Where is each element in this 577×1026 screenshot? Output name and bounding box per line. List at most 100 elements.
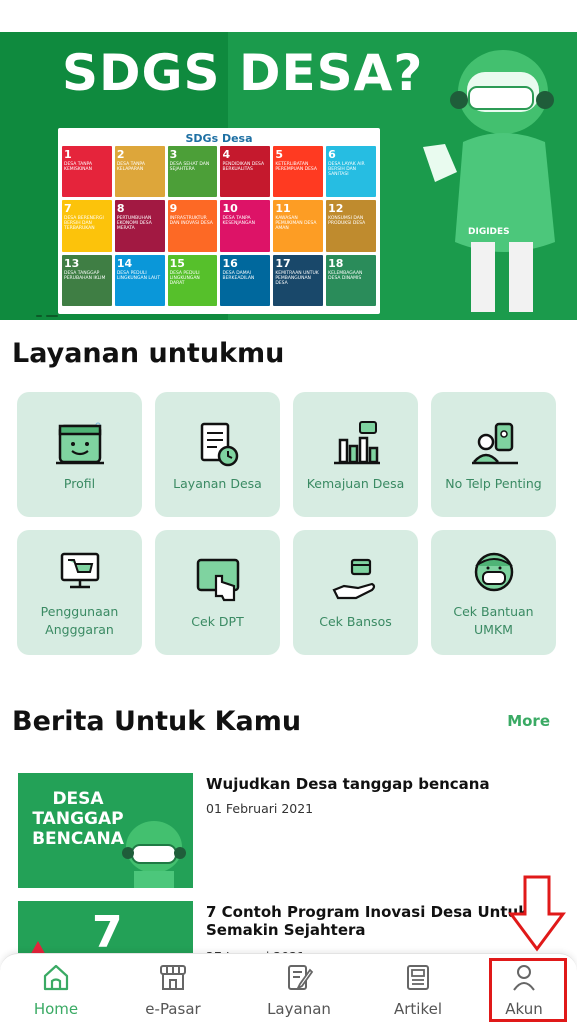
- sdg-tile-label: KONSUMSI DAN PRODUKSI DESA: [328, 216, 366, 227]
- nav-artikel[interactable]: Artikel: [368, 962, 468, 1018]
- sdg-tile: 2 DESA TANPA KELAPARAN: [114, 146, 165, 198]
- nav-home[interactable]: Home: [6, 962, 106, 1018]
- cart-monitor-icon: [60, 552, 99, 589]
- sdg-tile-number: 10: [222, 202, 238, 216]
- sdg-tile-number: 6: [328, 148, 336, 161]
- sdg-tile-label: INFRASTRUKTUR DAN INOVASI DESA: [169, 216, 213, 227]
- sdg-tile: 11 KAWASAN PEMUKIMAN DESA AMAN: [273, 200, 324, 252]
- nav-label: e-Pasar: [145, 1000, 201, 1018]
- sdg-tile-label: KETERLIBATAN PEREMPUAN DESA: [275, 162, 317, 172]
- service-label: Layanan Desa: [173, 476, 262, 491]
- sdg-tile-number: 16: [222, 256, 238, 270]
- phone-contact-icon: [471, 422, 518, 465]
- sdg-tile-number: 5: [275, 148, 283, 161]
- bar-chart-icon: [333, 421, 380, 465]
- carousel-dot[interactable]: [36, 315, 42, 317]
- sdg-tile: 13 DESA TANGGAP PERUBAHAN IKLIM: [62, 254, 112, 306]
- news-headline[interactable]: Wujudkan Desa tanggap bencana: [206, 775, 546, 793]
- sdg-tile: 18 KELEMBAGAAN DESA DINAMIS: [326, 254, 376, 306]
- document-edit-icon: [288, 965, 314, 991]
- sdgs-banner[interactable]: SDGS DESA? SDGs Desa 1 DESA TANPA KEMISKI…: [0, 32, 577, 320]
- sdg-tile: 10 DESA TANPA KESENJANGAN: [220, 200, 271, 252]
- home-icon: [43, 964, 69, 991]
- sdg-board-title: SDGs Desa: [185, 132, 253, 145]
- sdg-tile-label: DESA LAYAK AIR BERSIH DAN SANITASI: [328, 162, 365, 177]
- service-profil[interactable]: Profil: [17, 392, 142, 517]
- service-label: Cek Bantuan UMKM: [453, 604, 534, 637]
- service-label: Kemajuan Desa: [306, 476, 405, 491]
- service-label: Profil: [63, 476, 96, 491]
- nav-layanan[interactable]: Layanan: [249, 962, 349, 1018]
- sdg-tile-label: DESA TANPA KEMISKINAN: [64, 162, 93, 172]
- service-layanan-desa[interactable]: Layanan Desa: [155, 392, 280, 517]
- nav-e-pasar[interactable]: e-Pasar: [123, 962, 223, 1018]
- thumbnail-text: 7: [92, 907, 123, 958]
- sdg-tile-number: 13: [64, 256, 80, 270]
- nav-label: Layanan: [267, 1000, 331, 1018]
- sdg-tile-number: 17: [275, 256, 291, 270]
- sdg-tile: 16 DESA DAMAI BERKEADILAN: [220, 254, 271, 306]
- hand-card-icon: [331, 558, 375, 600]
- service-label: Cek DPT: [191, 614, 244, 629]
- more-link[interactable]: More: [507, 712, 550, 730]
- service-kemajuan-desa[interactable]: Kemajuan Desa: [293, 392, 418, 517]
- sdg-tile-label: KEMITRAAN UNTUK PEMBANGUNAN DESA: [275, 270, 319, 286]
- mascot-illustration: [423, 50, 555, 312]
- sdg-tile: 4 PENDIDIKAN DESA BERKUALITAS: [220, 146, 271, 198]
- sdg-tile: 8 PERTUMBUHAN EKONOMI DESA MERATA: [114, 200, 165, 252]
- news-thumbnail: DESA TANGGAP BENCANA: [18, 773, 193, 888]
- sdg-grid: 1 DESA TANPA KEMISKINAN 2 DESA TANPA KELAPA…: [62, 146, 376, 306]
- sdg-tile-number: 2: [116, 148, 125, 161]
- sdg-tile-label: PENDIDIKAN DESA BERKUALITAS: [222, 162, 265, 172]
- annotation-arrow-icon: [508, 875, 566, 952]
- sdg-tile-label: DESA TANGGAP PERUBAHAN IKLIM: [64, 270, 106, 281]
- carousel-indicator[interactable]: [36, 302, 62, 320]
- sdg-tile-number: 3: [169, 148, 178, 161]
- sdg-tile-label: DESA TANPA KELAPARAN: [116, 162, 145, 172]
- sdg-tile-number: 11: [275, 202, 291, 216]
- carousel-dot-active[interactable]: [46, 315, 58, 317]
- service-cek-bansos[interactable]: Cek Bansos: [293, 530, 418, 655]
- sdg-tile-label: PERTUMBUHAN EKONOMI DESA MERATA: [116, 216, 152, 232]
- hand-tap-icon: [196, 558, 239, 602]
- sdg-tile-label: DESA BERENERGI BERSIH DAN TERBARUKAN: [64, 216, 104, 232]
- news-item[interactable]: 7 7 Contoh Program Inovasi Desa Untuk D …: [18, 901, 563, 964]
- news-thumbnail: 7: [18, 901, 193, 961]
- services-grid: Profil Layanan Desa Kemajuan Desa No Tel…: [17, 392, 559, 655]
- mascot-thumbnail-icon: [122, 821, 186, 888]
- sdg-tile: 3 DESA SEHAT DAN SEJAHTERA: [167, 146, 218, 198]
- sdg-tile-label: KELEMBAGAAN DESA DINAMIS: [328, 270, 363, 281]
- sdg-tile: 12 KONSUMSI DAN PRODUKSI DESA: [326, 200, 376, 252]
- sdg-tile: 17 KEMITRAAN UNTUK PEMBANGUNAN DESA: [273, 254, 324, 306]
- nav-label: Home: [33, 1000, 79, 1018]
- sdg-tile-number: 15: [169, 256, 185, 270]
- sdg-tile-label: DESA DAMAI BERKEADILAN: [222, 270, 255, 281]
- profile-face-icon: [55, 422, 104, 465]
- thumbnail-text: DESA TANGGAP BENCANA: [32, 789, 124, 849]
- sdg-board: SDGs Desa 1 DESA TANPA KEMISKINAN 2 DESA TA…: [58, 128, 380, 314]
- banner-title: SDGS DESA?: [62, 44, 424, 102]
- service-cek-bantuan-umkm[interactable]: Cek Bantuan UMKM: [431, 530, 556, 655]
- nav-label: Artikel: [393, 1000, 443, 1018]
- service-label: Penggunaan Angggaran: [40, 604, 119, 637]
- service-penggunaan-anggaran[interactable]: Penggunaan Angggaran: [17, 530, 142, 655]
- service-no-telp-penting[interactable]: No Telp Penting: [431, 392, 556, 517]
- sdg-tile: 15 DESA PEDULI LINGKUNGAN DARAT: [167, 254, 218, 306]
- service-label: No Telp Penting: [445, 476, 542, 491]
- sdg-tile: 5 KETERLIBATAN PEREMPUAN DESA: [273, 146, 324, 198]
- sdg-tile-number: 7: [64, 202, 72, 216]
- document-clock-icon: [200, 422, 238, 467]
- newspaper-icon: [407, 965, 429, 990]
- sdg-tile-label: KAWASAN PEMUKIMAN DESA AMAN: [275, 216, 317, 232]
- service-cek-dpt[interactable]: Cek DPT: [155, 530, 280, 655]
- sdg-tile-number: 8: [116, 202, 125, 216]
- sdg-tile-number: 18: [328, 256, 344, 270]
- sdg-tile-label: DESA PEDULI LINGKUNGAN DARAT: [169, 270, 200, 286]
- news-item[interactable]: DESA TANGGAP BENCANA Wujudkan Desa tangg…: [18, 773, 563, 888]
- sdg-tile: 9 INFRASTRUKTUR DAN INOVASI DESA: [167, 200, 218, 252]
- store-icon: [160, 965, 186, 990]
- sdg-tile-label: DESA TANPA KESENJANGAN: [222, 216, 255, 227]
- news-headline[interactable]: 7 Contoh Program Inovasi Desa Untuk D Se…: [206, 903, 546, 939]
- berita-section-title: Berita Untuk Kamu: [12, 706, 302, 737]
- annotation-highlight-box: [489, 958, 567, 1022]
